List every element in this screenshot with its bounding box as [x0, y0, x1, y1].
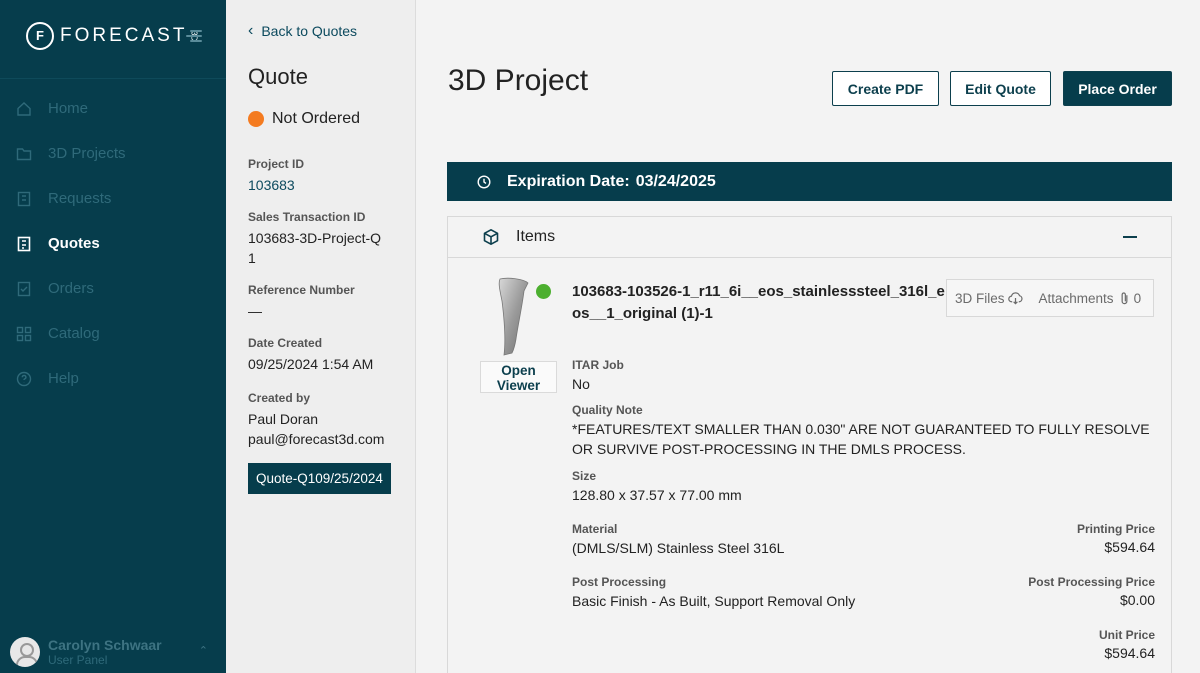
quality-note-value: *FEATURES/TEXT SMALLER THAN 0.030" ARE N… — [572, 421, 1150, 457]
3d-files-button[interactable]: 3D Files — [955, 291, 1023, 306]
avatar — [10, 636, 40, 667]
orders-icon — [16, 281, 32, 297]
project-id-label: Project ID — [248, 157, 305, 171]
sidebar-item-label: Home — [48, 100, 89, 117]
sidebar-item-orders[interactable]: Orders — [0, 266, 226, 311]
main-content: 3D Project Create PDF Edit Quote Place O… — [416, 0, 1200, 673]
sidebar-item-label: Catalog — [48, 325, 100, 342]
sidebar-divider — [0, 78, 226, 79]
itar-value: No — [572, 376, 590, 392]
items-header[interactable]: Items — [448, 217, 1171, 258]
cloud-download-icon — [1007, 291, 1023, 305]
itar-label: ITAR Job — [572, 358, 624, 372]
user-name: Carolyn Schwaar — [48, 636, 162, 653]
chevron-up-icon[interactable]: ⌃ — [199, 644, 208, 657]
collapse-minus-icon[interactable] — [1123, 236, 1137, 238]
post-processing-price-value: $0.00 — [1119, 592, 1155, 608]
created-by-label: Created by — [248, 391, 311, 405]
post-processing-label: Post Processing — [572, 575, 667, 589]
user-panel[interactable]: Carolyn Schwaar User Panel ⌃ — [0, 630, 226, 673]
status-dot-icon — [248, 111, 264, 127]
reference-number-value: — — [248, 303, 262, 319]
reference-number-label: Reference Number — [248, 283, 355, 297]
paperclip-icon — [1121, 291, 1128, 304]
unit-price-label: Unit Price — [1098, 628, 1155, 642]
material-label: Material — [572, 522, 618, 536]
created-by-field: Created by Paul Doran paul@forecast3d.co… — [248, 391, 408, 449]
project-id-field: Project ID 103683 — [248, 157, 408, 195]
logo-mark-icon — [26, 22, 54, 50]
chevron-left-icon: ‹ — [248, 22, 254, 39]
printing-price-label: Printing Price — [1076, 522, 1155, 536]
attachments-button[interactable]: Attachments 0 — [1039, 291, 1142, 306]
3d-files-label: 3D Files — [955, 290, 1005, 306]
sidebar-item-catalog[interactable]: Catalog — [0, 311, 226, 356]
sidebar-item-label: Quotes — [48, 235, 100, 252]
create-pdf-button[interactable]: Create PDF — [832, 71, 939, 106]
collapse-sidebar-icon[interactable] — [186, 27, 204, 45]
size-value: 128.80 x 37.57 x 77.00 mm — [572, 487, 742, 503]
quote-details-panel: ‹ Back to Quotes Quote Not Ordered Proje… — [226, 0, 416, 673]
unit-price-value: $594.64 — [1104, 645, 1155, 661]
sidebar-item-quotes[interactable]: Quotes — [0, 221, 226, 266]
quote-version-tag[interactable]: Quote-Q109/25/2024 — [248, 463, 391, 494]
place-order-button[interactable]: Place Order — [1063, 71, 1172, 106]
material-value: (DMLS/SLM) Stainless Steel 316L — [572, 540, 785, 556]
quotes-icon — [16, 236, 32, 252]
date-created-field: Date Created 09/25/2024 1:54 AM — [248, 336, 408, 374]
status-text: Not Ordered — [272, 110, 361, 127]
created-by-name: Paul Doran — [248, 411, 319, 427]
home-icon — [16, 101, 32, 117]
size-label: Size — [572, 469, 597, 483]
user-panel-label: User Panel — [48, 652, 108, 667]
help-icon — [16, 371, 32, 387]
back-to-quotes-link[interactable]: ‹ Back to Quotes — [248, 22, 357, 40]
sidebar-item-help[interactable]: Help — [0, 356, 226, 401]
ready-status-dot — [536, 284, 551, 299]
date-created-label: Date Created — [248, 336, 323, 350]
logo-text: FORECAST — [60, 25, 188, 46]
files-box: 3D Files Attachments 0 — [946, 279, 1154, 317]
project-id-link[interactable]: 103683 — [248, 175, 408, 195]
created-by-email: paul@forecast3d.com — [248, 431, 385, 447]
sales-transaction-field: Sales Transaction ID 103683-3D-Project-Q… — [248, 210, 408, 268]
post-processing-price-label: Post Processing Price — [1028, 575, 1155, 589]
open-viewer-button[interactable]: Open Viewer — [480, 361, 557, 393]
back-label: Back to Quotes — [261, 23, 358, 39]
expiration-bar: Expiration Date: 03/24/2025 — [447, 162, 1172, 201]
sidebar-item-3d-projects[interactable]: 3D Projects — [0, 131, 226, 176]
requests-icon — [16, 191, 32, 207]
reference-number-field: Reference Number — — [248, 283, 408, 321]
folder-icon — [16, 146, 32, 162]
post-processing-value: Basic Finish - As Built, Support Removal… — [572, 593, 856, 609]
catalog-icon — [16, 326, 32, 342]
items-card: Items Open Viewer 103683-103526-1_r11_6i… — [447, 216, 1172, 673]
date-created-value: 09/25/2024 1:54 AM — [248, 356, 374, 372]
page-title: 3D Project — [448, 64, 589, 97]
cube-icon — [483, 229, 499, 245]
quality-note-label: Quality Note — [572, 403, 643, 417]
printing-price-value: $594.64 — [1104, 539, 1155, 555]
quote-title: Quote — [248, 64, 308, 89]
part-name: 103683-103526-1_r11_6i__eos_stainlessste… — [572, 283, 945, 322]
expiration-date: 03/24/2025 — [635, 172, 716, 190]
status-badge: Not Ordered — [248, 110, 360, 128]
sidebar-item-home[interactable]: Home — [0, 86, 226, 131]
sidebar-item-label: Orders — [48, 280, 94, 297]
forecast-logo[interactable]: FORECAST 3D — [26, 22, 198, 50]
attachments-label: Attachments — [1038, 290, 1114, 306]
expiration-label: Expiration Date: — [507, 172, 630, 190]
sidebar-item-label: 3D Projects — [48, 145, 126, 162]
clock-icon — [477, 174, 491, 189]
attachments-count: 0 — [1133, 290, 1142, 306]
sidebar-item-requests[interactable]: Requests — [0, 176, 226, 221]
edit-quote-button[interactable]: Edit Quote — [950, 71, 1051, 106]
sidebar-nav: Home 3D Projects Requests Quotes Orders — [0, 86, 226, 401]
sidebar-item-label: Help — [48, 370, 79, 387]
sidebar-item-label: Requests — [48, 190, 112, 207]
sales-transaction-label: Sales Transaction ID — [248, 210, 366, 224]
sidebar: FORECAST 3D Home 3D Projects Requests — [0, 0, 226, 673]
sales-transaction-value: 103683-3D-Project-Q1 — [248, 230, 382, 266]
items-title: Items — [516, 228, 556, 245]
